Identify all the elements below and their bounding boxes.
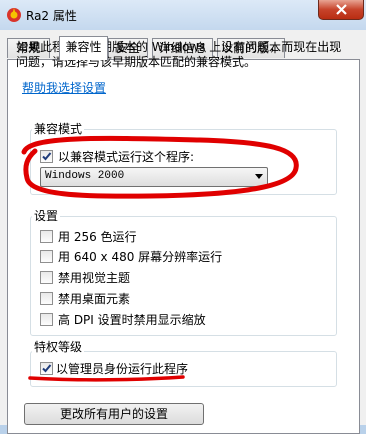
title-bar: Ra2 属性 — [0, 0, 366, 30]
setting-label-640x480: 用 640 x 480 屏幕分辨率运行 — [58, 250, 223, 264]
compat-mode-label: 兼容模式 — [32, 122, 85, 136]
os-version-value: Windows 2000 — [45, 170, 125, 182]
change-all-users-button[interactable]: 更改所有用户的设置 — [24, 403, 204, 425]
setting-checkbox-desktop-composition[interactable] — [40, 292, 53, 305]
setting-label-desktop-composition: 禁用桌面元素 — [58, 292, 131, 306]
compat-mode-checkbox-label: 以兼容模式运行这个程序: — [58, 150, 195, 164]
window-title: Ra2 属性 — [26, 9, 77, 23]
close-button[interactable] — [318, 0, 364, 20]
setting-checkbox-256-colors[interactable] — [40, 230, 53, 243]
close-icon — [336, 4, 347, 15]
chevron-down-icon — [255, 174, 263, 179]
run-as-admin-checkbox[interactable] — [40, 362, 53, 375]
setting-label-256-colors: 用 256 色运行 — [58, 230, 137, 244]
setting-label-visual-themes: 禁用视觉主题 — [58, 271, 131, 285]
compat-mode-checkbox[interactable] — [40, 150, 53, 163]
privilege-label: 特权等级 — [32, 340, 85, 354]
setting-checkbox-visual-themes[interactable] — [40, 271, 53, 284]
setting-label-dpi-scaling: 高 DPI 设置时禁用显示缩放 — [58, 313, 206, 327]
help-link[interactable]: 帮助我选择设置 — [22, 79, 106, 96]
checkmark-icon — [42, 364, 52, 373]
settings-label: 设置 — [32, 209, 61, 223]
setting-checkbox-dpi-scaling[interactable] — [40, 313, 53, 326]
os-version-select[interactable]: Windows 2000 — [40, 167, 268, 187]
app-icon — [7, 8, 21, 22]
run-as-admin-label: 以管理员身份运行此程序 — [56, 362, 189, 376]
tab-compatibility[interactable]: 兼容性 — [59, 36, 108, 60]
setting-checkbox-640x480[interactable] — [40, 250, 53, 263]
checkmark-icon — [42, 152, 52, 161]
